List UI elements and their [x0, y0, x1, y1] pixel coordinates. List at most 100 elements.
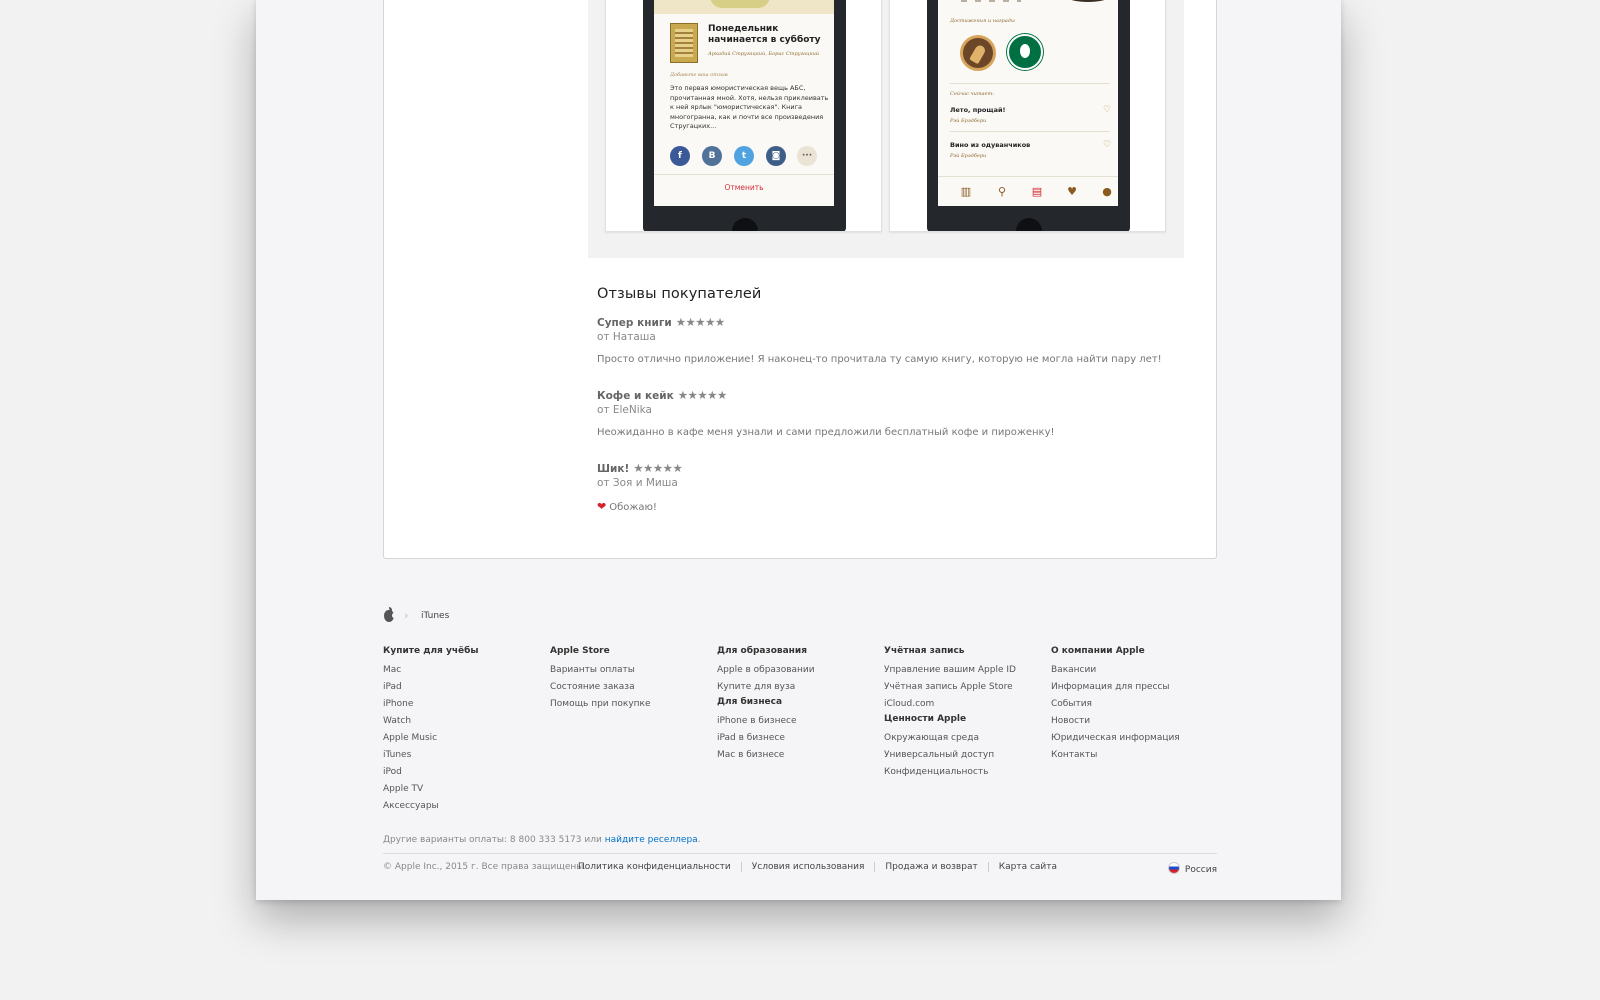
footer-link[interactable]: Управление вашим Apple ID [884, 663, 1044, 680]
footer-link[interactable]: Помощь при покупке [550, 697, 710, 714]
book-title: Понедельник начинается в субботу [708, 24, 821, 45]
payment-note-end: . [697, 835, 701, 845]
footer-link[interactable]: События [1051, 697, 1211, 714]
phone-screen: Понедельник начинается в субботу Аркадий… [654, 0, 834, 206]
review-title: Шик! [597, 463, 630, 475]
legal-link[interactable]: Политика конфиденциальности [578, 862, 741, 872]
footer-column-account-values: Учётная запись Управление вашим Apple ID… [884, 646, 1044, 782]
reading-title: Лето, прощай! [950, 106, 1006, 114]
footer-link[interactable]: Apple в образовании [717, 663, 877, 680]
twitter-icon: t [734, 146, 754, 166]
review-author: от EleNika [597, 404, 652, 416]
legal-link[interactable]: Продажа и возврат [874, 862, 988, 872]
footer-link[interactable]: Юридическая информация [1051, 731, 1211, 748]
star-rating: ★★★★★ [677, 388, 728, 402]
divider [654, 174, 834, 175]
instagram-icon: ◙ [766, 146, 786, 166]
facebook-icon: f [670, 146, 690, 166]
phone-screen: Достижения и награды Сейчас читает: Лето… [938, 0, 1118, 206]
footer-link[interactable]: iPhone [383, 697, 543, 714]
footer-link[interactable]: iPod [383, 765, 543, 782]
review-body: Просто отлично приложение! Я наконец-то … [597, 354, 1162, 365]
home-button [1016, 218, 1042, 231]
footer-link[interactable]: Информация для прессы [1051, 680, 1211, 697]
column-heading: О компании Apple [1051, 646, 1145, 656]
footer-link[interactable]: Mac в бизнесе [717, 748, 877, 765]
breadcrumb: › iTunes [383, 607, 1217, 624]
review-body: ❤ Обожаю! [597, 500, 1197, 513]
more-icon: ··· [797, 146, 817, 166]
customer-reviews: Отзывы покупателей Супер книги ★★★★★ от Н… [597, 286, 1197, 532]
phone-frame: Понедельник начинается в субботу Аркадий… [643, 0, 846, 231]
copyright: © Apple Inc., 2015 г. Все права защищены… [383, 862, 587, 872]
footer-column-shop: Купите для учёбы Mac iPad iPhone Watch A… [383, 646, 543, 816]
review-title: Супер книги [597, 317, 672, 329]
review-item: Шик! ★★★★★ от Зоя и Миша ❤ Обожаю! [597, 457, 1197, 513]
footer-link[interactable]: iTunes [383, 748, 543, 765]
apple-logo-icon[interactable] [384, 607, 396, 622]
review-author: от Зоя и Миша [597, 477, 678, 489]
legal-links: Политика конфиденциальности Условия испол… [578, 862, 1068, 872]
review-body: Неожиданно в кафе меня узнали и сами пре… [597, 427, 1055, 438]
reading-label: Сейчас читает: [950, 91, 994, 97]
footer-link[interactable]: Вакансии [1051, 663, 1211, 680]
footer-link[interactable]: Аксессуары [383, 799, 543, 816]
footer-link[interactable]: Конфиденциальность [884, 765, 1044, 782]
footer-link[interactable]: Учётная запись Apple Store [884, 680, 1044, 697]
footer-link[interactable]: iPad в бизнесе [717, 731, 877, 748]
column-heading: Купите для учёбы [383, 646, 479, 656]
review-title: Кофе и кейк [597, 390, 674, 402]
heart-icon: ♡ [1103, 140, 1112, 150]
footer-link[interactable]: Универсальный доступ [884, 748, 1044, 765]
column-heading: Для бизнеса [717, 697, 783, 707]
footer-link[interactable]: Apple TV [383, 782, 543, 799]
review-hint: Добавьте ваш отзыв [670, 72, 728, 78]
profile-icon: ● [1102, 185, 1112, 198]
rocket-badge-icon [960, 35, 996, 71]
legal-link[interactable]: Условия использования [740, 862, 875, 872]
app-detail-card: Понедельник начинается в субботу Аркадий… [383, 0, 1217, 559]
payment-note: Другие варианты оплаты: 8 800 333 5173 и… [383, 835, 701, 845]
column-heading: Для образования [717, 646, 807, 656]
vk-icon: B [702, 146, 722, 166]
heart-emoji-icon: ❤ [597, 500, 607, 513]
country-label: Россия [1184, 865, 1217, 875]
footer-link[interactable]: Новости [1051, 714, 1211, 731]
footer-link[interactable]: Окружающая среда [884, 731, 1044, 748]
find-reseller-link[interactable]: найдите реселлера [605, 835, 698, 845]
footer-link[interactable]: Купите для вуза [717, 680, 877, 697]
barcode-icon: ▥ [960, 185, 972, 198]
column-heading: Apple Store [550, 646, 610, 656]
starbucks-badge-icon [1007, 34, 1043, 70]
footer-link[interactable]: Состояние заказа [550, 680, 710, 697]
global-footer: › iTunes Купите для учёбы Mac iPad iPhon… [383, 607, 1217, 875]
reviews-heading: Отзывы покупателей [597, 286, 762, 302]
breadcrumb-itunes[interactable]: iTunes [421, 611, 449, 621]
review-item: Кофе и кейк ★★★★★ от EleNika Неожиданно в… [597, 384, 1197, 438]
footer-link[interactable]: Watch [383, 714, 543, 731]
footer-link[interactable]: Mac [383, 663, 543, 680]
book-header-art [654, 0, 834, 14]
footer-link[interactable]: Варианты оплаты [550, 663, 710, 680]
browser-window: Понедельник начинается в субботу Аркадий… [256, 0, 1341, 900]
chevron-right-icon: › [404, 609, 409, 622]
legal-link[interactable]: Карта сайта [987, 862, 1068, 872]
footer-link[interactable]: Контакты [1051, 748, 1211, 765]
divider [950, 83, 1110, 84]
star-rating: ★★★★★ [633, 461, 683, 475]
footer-link[interactable]: iPad [383, 680, 543, 697]
screenshot-profile[interactable]: Достижения и награды Сейчас читает: Лето… [889, 0, 1166, 232]
payment-note-text: Другие варианты оплаты: 8 800 333 5173 и… [383, 835, 602, 845]
footer-link[interactable]: iPhone в бизнесе [717, 714, 877, 731]
cancel-label: Отменить [724, 183, 764, 192]
achievements-label: Достижения и награды [950, 18, 1015, 24]
column-heading: Учётная запись [884, 646, 965, 656]
footer-link[interactable]: iCloud.com [884, 697, 1044, 714]
book-cover [670, 23, 698, 63]
reading-author: Рэй Брэдбери [950, 118, 987, 124]
country-selector[interactable]: Россия [1167, 862, 1217, 875]
footer-link[interactable]: Apple Music [383, 731, 543, 748]
screenshot-share[interactable]: Понедельник начинается в субботу Аркадий… [605, 0, 882, 232]
divider [383, 853, 1217, 854]
screenshots-gallery[interactable]: Понедельник начинается в субботу Аркадий… [588, 0, 1184, 258]
